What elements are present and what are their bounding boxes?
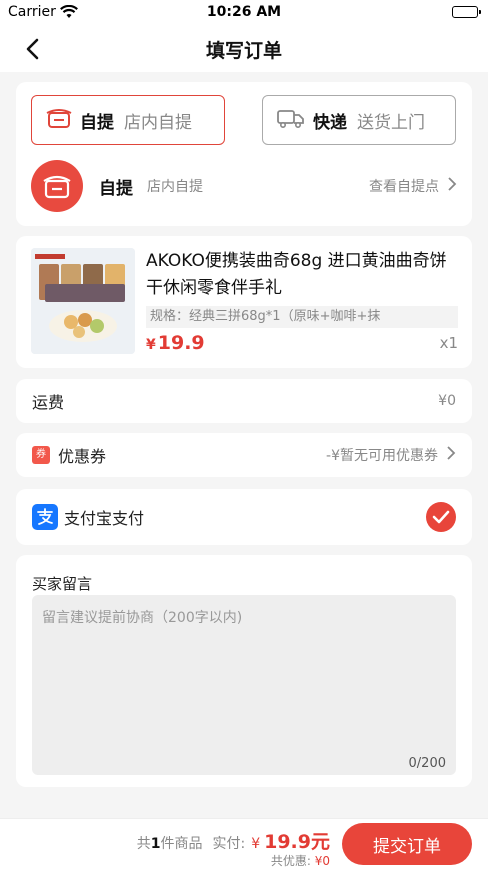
buyer-message-card: 买家留言 留言建议提前协商（200字以内) 0/200 — [16, 555, 472, 787]
order-total: 19.9元 — [264, 831, 330, 853]
item-count: 1 — [150, 836, 161, 852]
payment-method-row[interactable]: 支付宝支付 — [16, 489, 472, 545]
coupon-icon: 券 — [32, 446, 50, 464]
battery-icon — [452, 6, 481, 18]
view-pickup-point-link[interactable]: 查看自提点 — [369, 176, 439, 196]
discount-value: ¥0 — [314, 854, 330, 868]
truck-icon — [277, 107, 305, 133]
alipay-icon — [32, 504, 58, 530]
order-summary-bar: 共 1 件商品 实付: ¥19.9元 共优惠: ¥0 提交订单 — [0, 818, 488, 874]
clock: 10:26 AM — [206, 4, 282, 20]
total-currency: ¥ — [251, 836, 261, 852]
product-price-currency: ¥ — [146, 337, 156, 353]
tab-pickup[interactable]: 自提 店内自提 — [31, 95, 225, 145]
nav-bar: 填写订单 — [0, 26, 488, 72]
product-price: ¥19.9 — [146, 332, 205, 354]
coupon-value: -¥暂无可用优惠券 — [326, 448, 438, 464]
product-card: AKOKO便携装曲奇68g 进口黄油曲奇饼干休闲零食伴手礼 规格：经典三拼68g… — [16, 236, 472, 368]
paid-label: 实付: — [212, 836, 246, 852]
product-image — [31, 248, 135, 354]
submit-order-button[interactable]: 提交订单 — [342, 823, 472, 865]
order-total-line: 共 1 件商品 实付: ¥19.9元 — [137, 827, 330, 854]
summary-suffix: 件商品 — [160, 836, 203, 852]
pickup-box-icon — [46, 107, 72, 133]
discount-label: 共优惠: — [270, 854, 311, 868]
delivery-method-card: 自提 店内自提 快递 送货上门 自提 店内自提 查看自提点 — [16, 82, 472, 226]
pickup-avatar-icon — [31, 160, 83, 212]
tab-express-sub: 送货上门 — [357, 112, 425, 133]
status-bar: Carrier 10:26 AM — [0, 0, 488, 26]
message-placeholder: 留言建议提前协商（200字以内) — [42, 610, 243, 626]
tab-express-label: 快递 — [313, 112, 347, 133]
product-quantity: x1 — [439, 334, 458, 352]
discount-line: 共优惠: ¥0 — [271, 852, 330, 869]
chevron-right-icon — [447, 176, 457, 196]
coupon-row[interactable]: 券 优惠券 -¥暂无可用优惠券 — [16, 433, 472, 477]
summary-prefix: 共 — [136, 836, 151, 852]
tab-pickup-label: 自提 — [80, 112, 114, 133]
tab-express[interactable]: 快递 送货上门 — [262, 95, 456, 145]
product-spec: 规格：经典三拼68g*1（原味+咖啡+抹 — [146, 306, 458, 328]
pickup-point-row[interactable]: 自提 店内自提 查看自提点 — [31, 160, 457, 212]
message-textarea[interactable]: 留言建议提前协商（200字以内) 0/200 — [32, 595, 456, 775]
shipping-value: ¥0 — [438, 393, 456, 409]
pickup-row-label: 自提 — [99, 178, 133, 199]
product-price-value: 19.9 — [157, 332, 205, 354]
shipping-label: 运费 — [32, 393, 65, 412]
shipping-fee-row: 运费 ¥0 — [16, 379, 472, 423]
payment-label: 支付宝支付 — [64, 509, 145, 528]
checkmark-icon[interactable] — [426, 502, 456, 532]
message-label: 买家留言 — [32, 575, 93, 593]
chevron-right-icon — [446, 445, 456, 465]
message-char-counter: 0/200 — [408, 756, 446, 771]
tab-pickup-sub: 店内自提 — [124, 112, 192, 133]
pickup-row-sub: 店内自提 — [147, 179, 203, 195]
product-title: AKOKO便携装曲奇68g 进口黄油曲奇饼干休闲零食伴手礼 — [146, 251, 447, 298]
page-title: 填写订单 — [205, 40, 282, 62]
coupon-label: 优惠券 — [58, 447, 107, 466]
